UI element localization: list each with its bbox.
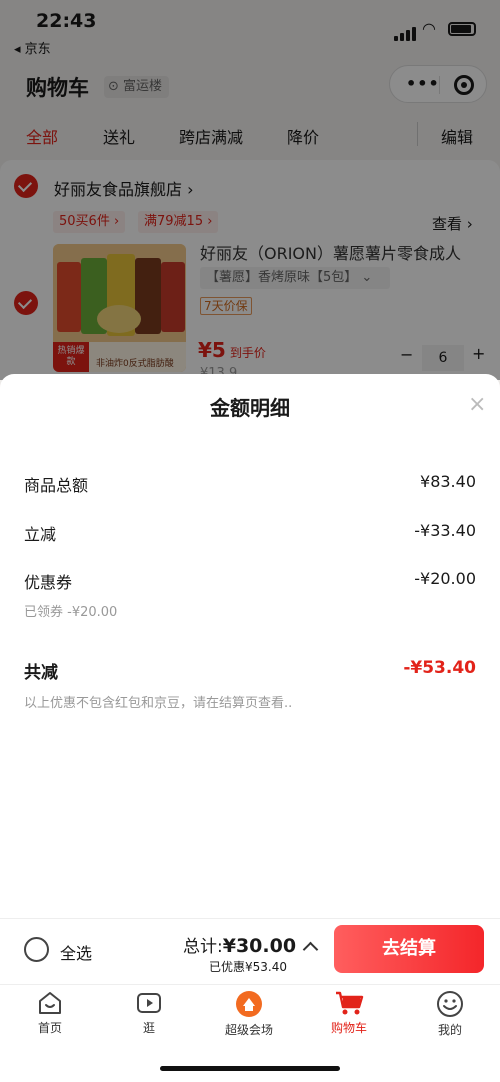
play-icon	[137, 993, 161, 1013]
tabbar-label: 超级会场	[224, 1023, 273, 1037]
instant-discount-value: -¥33.40	[414, 521, 476, 540]
select-all-label[interactable]: 全选	[60, 940, 92, 964]
tabbar-item-cart[interactable]: 购物车	[309, 990, 389, 1036]
home-indicator	[160, 1066, 340, 1071]
sheet-title: 金额明细	[210, 396, 290, 420]
total-sum: 总计:¥30.00	[183, 932, 296, 957]
total-discount-label: 共减	[24, 663, 58, 683]
instant-discount-label: 立减	[24, 525, 57, 544]
modal-overlay[interactable]	[0, 0, 500, 380]
coupon-note: 已领券 -¥20.00	[24, 605, 118, 620]
total-sum-prefix: 总计:	[183, 937, 223, 957]
tabbar-label: 购物车	[330, 1021, 367, 1035]
total-discount-value: -¥53.40	[403, 658, 476, 678]
checkout-button[interactable]: 去结算	[334, 925, 484, 973]
tabbar-label: 逛	[142, 1021, 155, 1035]
subtotal-label: 商品总额	[24, 476, 89, 495]
tabbar-item-profile[interactable]: 我的	[410, 990, 490, 1038]
tabbar-item-home[interactable]: 首页	[10, 990, 90, 1036]
home-icon	[39, 992, 61, 1014]
cart-icon	[336, 991, 364, 1015]
saved-amount: 已优惠¥53.40	[209, 960, 287, 974]
tabbar-item-venue[interactable]: 超级会场	[209, 990, 289, 1038]
tabbar-label: 我的	[437, 1023, 462, 1037]
smile-icon	[437, 991, 463, 1017]
amount-detail-sheet	[0, 374, 500, 918]
tabbar-label: 首页	[37, 1021, 62, 1035]
total-sum-value: ¥30.00	[222, 935, 297, 957]
discount-disclaimer: 以上优惠不包含红包和京豆，请在结算页查看..	[24, 696, 293, 711]
tabbar-item-browse[interactable]: 逛	[109, 990, 189, 1036]
select-all-radio[interactable]	[24, 937, 49, 962]
coupon-label: 优惠券	[24, 573, 73, 592]
close-icon[interactable]: ×	[468, 392, 486, 417]
coupon-value: -¥20.00	[414, 569, 476, 588]
subtotal-value: ¥83.40	[420, 472, 476, 491]
venue-icon	[236, 991, 262, 1017]
